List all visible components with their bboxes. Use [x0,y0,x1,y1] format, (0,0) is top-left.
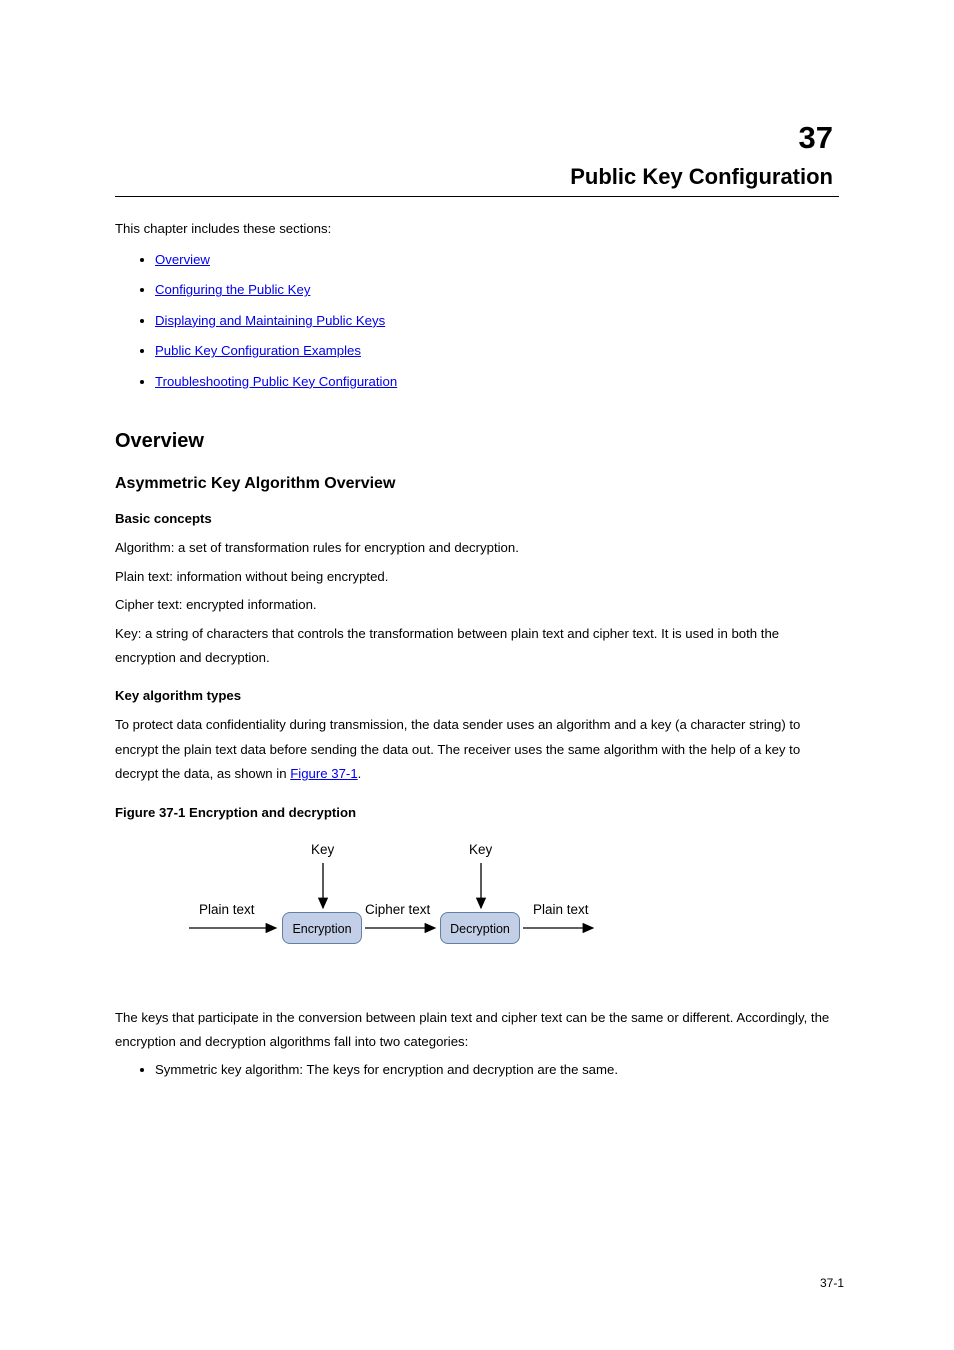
paragraph-text-end: . [358,766,362,781]
toc-item: Overview [155,250,839,270]
paragraph-keys-diff: The keys that participate in the convers… [115,1006,839,1055]
key-type-item: Symmetric key algorithm: The keys for en… [155,1058,839,1082]
diagram-encryption-box: Encryption [282,912,362,944]
page-number: 37-1 [820,1276,844,1290]
toc-item: Troubleshooting Public Key Configuration [155,372,839,392]
diagram-cipher-label: Cipher text [365,902,430,917]
chapter-number: 37 [115,120,839,156]
subsection-asym-overview: Asymmetric Key Algorithm Overview [115,475,839,493]
diagram-decryption-box: Decryption [440,912,520,944]
bullet-basic: Key: a string of characters that control… [115,622,839,671]
chapter-title: Public Key Configuration [115,164,839,190]
toc-link-displaying[interactable]: Displaying and Maintaining Public Keys [155,313,385,328]
paragraph-key-alg: To protect data confidentiality during t… [115,713,839,786]
heading-key-alg-types: Key algorithm types [115,688,839,703]
toc-link-overview[interactable]: Overview [155,252,210,267]
toc-link-examples[interactable]: Public Key Configuration Examples [155,343,361,358]
figure-link[interactable]: Figure 37-1 [290,766,357,781]
section-overview: Overview [115,430,839,453]
bullet-basic: Cipher text: encrypted information. [115,593,839,617]
bullet-basic: Algorithm: a set of transformation rules… [115,536,839,560]
toc-item: Displaying and Maintaining Public Keys [155,311,839,331]
title-rule [115,196,839,197]
key-type-list: Symmetric key algorithm: The keys for en… [115,1058,839,1082]
bullet-basic: Plain text: information without being en… [115,565,839,589]
toc-link-troubleshooting[interactable]: Troubleshooting Public Key Configuration [155,374,397,389]
page: 37 Public Key Configuration This chapter… [0,0,954,1147]
diagram-plain-label: Plain text [533,902,589,917]
diagram-plain-label: Plain text [199,902,255,917]
heading-basic-concepts: Basic concepts [115,511,839,526]
toc-item: Public Key Configuration Examples [155,341,839,361]
toc-item: Configuring the Public Key [155,280,839,300]
toc-link-configuring[interactable]: Configuring the Public Key [155,282,310,297]
toc-intro: This chapter includes these sections: [115,221,839,236]
encryption-diagram: Key Key Plain text Encryption Cipher tex… [175,836,605,986]
paragraph-text: To protect data confidentiality during t… [115,717,800,781]
diagram-key-label: Key [469,842,492,857]
diagram-key-label: Key [311,842,334,857]
toc-list: Overview Configuring the Public Key Disp… [115,250,839,392]
figure-caption: Figure 37-1 Encryption and decryption [115,805,839,820]
